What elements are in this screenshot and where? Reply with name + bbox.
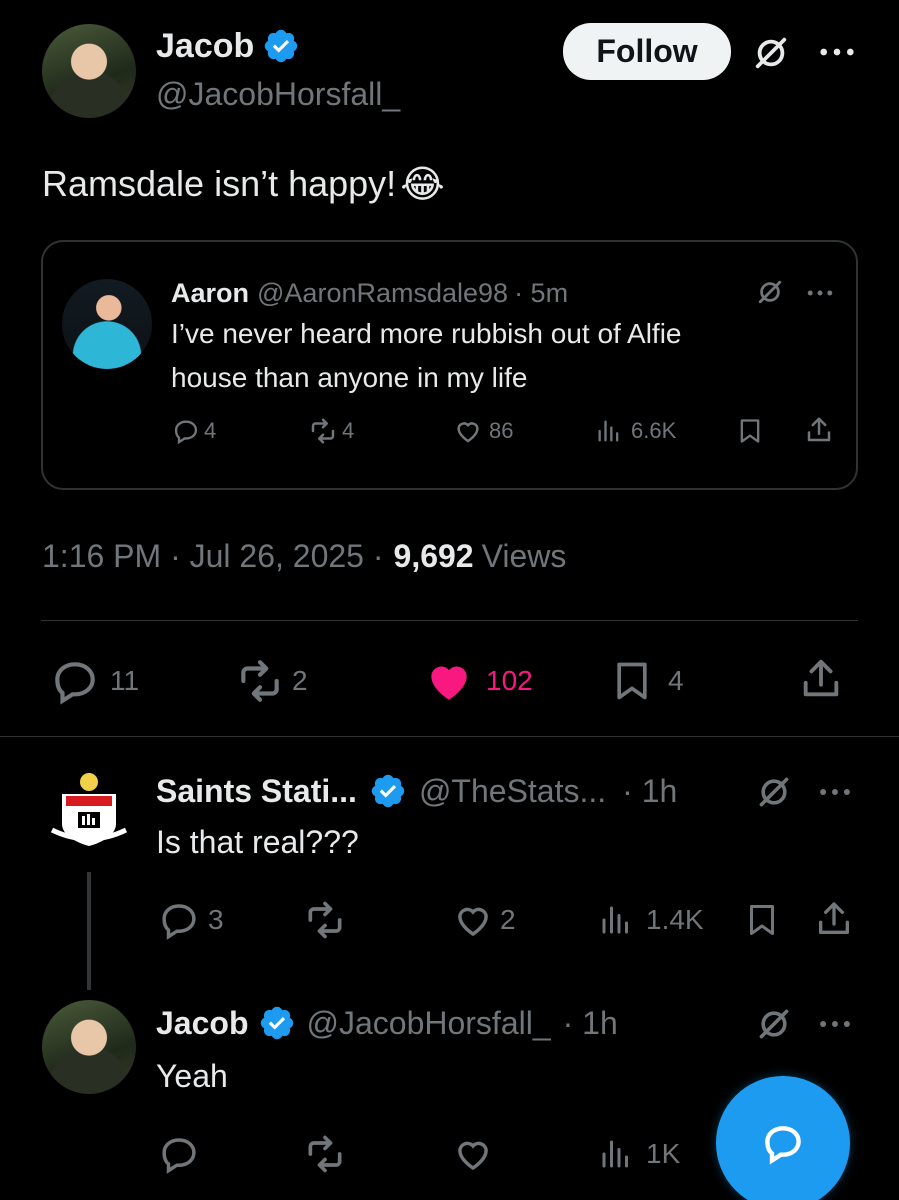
- main-bookmark-stat[interactable]: 4: [610, 656, 684, 706]
- reply2-views-stat[interactable]: 1K: [598, 1132, 680, 1176]
- repost-icon: [311, 418, 335, 444]
- main-author-handle[interactable]: @JacobHorsfall_: [156, 76, 400, 113]
- reply-icon: [55, 662, 95, 705]
- reply1-reply-stat[interactable]: 3: [158, 898, 224, 942]
- bookmark-icon[interactable]: [744, 900, 780, 940]
- reply2-repost-stat[interactable]: [302, 1132, 348, 1176]
- like-icon: [457, 422, 479, 443]
- tweet-meta-row: 1:16 PM · Jul 26, 2025 · 9,692 Views: [42, 534, 566, 578]
- bookmark-icon: [617, 662, 647, 700]
- laughing-emoji: 😂: [400, 163, 445, 206]
- like-icon: [431, 666, 467, 700]
- divider: [0, 736, 899, 737]
- main-tweet-text: Ramsdale isn’t happy!: [42, 163, 397, 204]
- reply2-author-handle[interactable]: @JacobHorsfall_: [306, 1005, 550, 1042]
- grok-icon[interactable]: [756, 1006, 792, 1042]
- share-icon[interactable]: [804, 414, 834, 446]
- grok-icon[interactable]: [752, 34, 790, 72]
- like-icon: [458, 1141, 488, 1171]
- reply1-author-name[interactable]: Saints Stati...: [156, 773, 357, 810]
- reply2-like-stat[interactable]: [452, 1132, 494, 1176]
- like-icon: [458, 907, 488, 937]
- reply1-views-stat[interactable]: 1.4K: [598, 898, 704, 942]
- repost-icon: [241, 660, 279, 702]
- divider: [41, 620, 858, 621]
- follow-button[interactable]: Follow: [563, 23, 731, 80]
- quoted-time: · 5m: [514, 277, 569, 308]
- quoted-author-handle: @AaronRamsdale98: [257, 277, 509, 308]
- more-icon[interactable]: [818, 1018, 852, 1030]
- saints-crest-icon: [50, 773, 128, 846]
- reply2-text: Yeah: [156, 1058, 228, 1094]
- reply1-time: · 1h: [622, 772, 678, 809]
- reply1-author-handle[interactable]: @TheStats...: [419, 773, 606, 810]
- verified-badge-icon: [261, 1006, 294, 1040]
- main-author-row: Jacob: [156, 26, 300, 66]
- reply1-text: Is that real???: [156, 824, 359, 860]
- views-icon: [602, 906, 628, 934]
- quoted-text-line-1: I’ve never heard more rubbish out of Alf…: [171, 318, 682, 349]
- reply2-reply-stat[interactable]: [158, 1132, 200, 1176]
- views-icon: [598, 420, 619, 442]
- verified-badge-icon: [265, 29, 298, 63]
- quoted-text-line-2: house than anyone in my life: [171, 362, 528, 393]
- quoted-reply-stat[interactable]: 4: [172, 414, 216, 448]
- reply2-time: · 1h: [562, 1004, 618, 1041]
- views-count: 9,692: [393, 537, 474, 574]
- grok-icon[interactable]: [756, 278, 784, 306]
- main-like-stat[interactable]: 102: [424, 656, 533, 706]
- reply2-author-name[interactable]: Jacob: [156, 1005, 248, 1042]
- tweet-timestamp[interactable]: 1:16 PM · Jul 26, 2025 ·: [42, 538, 384, 575]
- main-reply-stat[interactable]: 11: [50, 656, 139, 706]
- avatar-saints-statistics[interactable]: [42, 766, 136, 860]
- reply-icon: [162, 904, 196, 940]
- share-icon[interactable]: [798, 656, 844, 702]
- main-repost-stat[interactable]: 2: [232, 656, 308, 706]
- reply-icon: [162, 1138, 196, 1174]
- bookmark-icon[interactable]: [736, 416, 764, 446]
- reply1-repost-stat[interactable]: [302, 898, 348, 942]
- avatar-jacob[interactable]: [42, 24, 136, 118]
- share-icon[interactable]: [814, 898, 854, 940]
- quoted-views-stat[interactable]: 6.6K: [595, 414, 676, 448]
- views-icon: [602, 1140, 628, 1168]
- reply2-header-row: Jacob @JacobHorsfall_ · 1h: [156, 1002, 618, 1044]
- quoted-header-row: Aaron @AaronRamsdale98 · 5m: [171, 276, 568, 310]
- reply1-header-row: Saints Stati... @TheStats... · 1h: [156, 770, 677, 812]
- quoted-repost-stat[interactable]: 4: [308, 414, 354, 448]
- views-label: Views: [481, 537, 567, 574]
- avatar-jacob[interactable]: [42, 1000, 136, 1094]
- reply1-like-stat[interactable]: 2: [452, 898, 516, 942]
- verified-badge-icon: [371, 774, 405, 808]
- thread-line: [87, 872, 91, 990]
- more-icon[interactable]: [818, 786, 852, 798]
- main-tweet-text-row: Ramsdale isn’t happy! 😂: [42, 160, 445, 208]
- more-icon[interactable]: [806, 288, 834, 298]
- quoted-author-name: Aaron: [171, 277, 250, 308]
- repost-icon: [308, 1135, 342, 1173]
- compose-reply-button[interactable]: [716, 1076, 850, 1200]
- main-author-name[interactable]: Jacob: [156, 27, 254, 66]
- avatar-aaron: [62, 279, 152, 369]
- grok-icon[interactable]: [756, 774, 792, 810]
- compose-reply-icon: [765, 1126, 801, 1165]
- quoted-like-stat[interactable]: 86: [453, 414, 513, 448]
- more-icon[interactable]: [818, 46, 856, 58]
- reply-icon: [174, 420, 198, 445]
- repost-icon: [308, 901, 342, 939]
